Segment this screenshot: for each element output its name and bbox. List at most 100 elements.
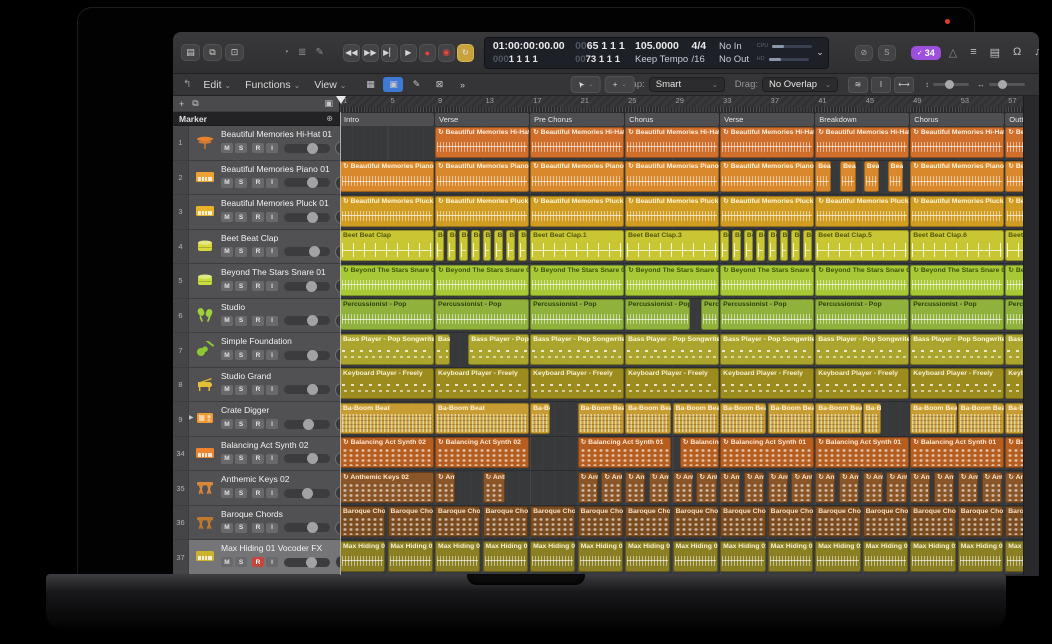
region[interactable]: ↻ Beautiful Memories Piano 02.2 — [720, 161, 814, 192]
region[interactable]: Baroque Chords — [578, 506, 623, 537]
region[interactable]: ↻ Beyond The Stars Snare 02.1 — [625, 265, 719, 296]
solo-button[interactable]: S — [235, 454, 247, 464]
volume-slider[interactable] — [284, 454, 330, 463]
track-header-37[interactable]: 37Max Hiding 01 Vocoder FXMSRI — [173, 540, 340, 575]
vertical-zoom-slider[interactable]: ↕ — [925, 80, 969, 89]
volume-slider[interactable] — [284, 144, 330, 153]
record-enable-button[interactable]: R — [252, 143, 264, 153]
solo-button[interactable]: S — [235, 419, 247, 429]
region[interactable]: Keyboard Player - Freely — [910, 368, 1004, 399]
region[interactable]: ↻ Beautiful Memories Piano 02.1 — [625, 161, 719, 192]
region[interactable]: Bass Player - Pop Songwriter — [468, 334, 529, 365]
region[interactable]: ↻ Anthemic Keys 02 — [601, 472, 621, 503]
region[interactable]: Max Hiding 01 Vocoder FX — [863, 541, 908, 572]
add-marker-icon[interactable]: ⊕ — [326, 114, 333, 123]
region[interactable]: Baroque Chords — [340, 506, 385, 537]
horizontal-auto-zoom-button[interactable]: ⟷ — [894, 77, 914, 93]
automation-pencil-icon[interactable]: ✎ — [406, 77, 426, 92]
region[interactable]: Beet Beat Clap — [459, 230, 468, 261]
region[interactable]: ↻ Anthemic Keys 02 — [982, 472, 1002, 503]
mute-button[interactable]: M — [221, 281, 233, 291]
region[interactable]: ↻ Beautiful Memories Hi-Hat 02.2 — [720, 127, 814, 158]
volume-slider[interactable] — [284, 213, 330, 222]
track-header-1[interactable]: 1Beautiful Memories Hi-Hat 01MSRI — [173, 126, 340, 161]
region[interactable]: Max Hiding 01 Vocoder FX — [768, 541, 813, 572]
midi-count-badge[interactable]: ✓34 — [911, 46, 941, 60]
region[interactable]: Bass Player - Pop Songwriter — [435, 334, 450, 365]
track-header-34[interactable]: 34Balancing Act Synth 02MSRI — [173, 437, 340, 472]
mute-button[interactable]: M — [221, 212, 233, 222]
record-button[interactable]: ● — [419, 44, 436, 62]
grid-view-icon[interactable]: ▦ — [360, 77, 380, 92]
solo-button[interactable]: S — [235, 350, 247, 360]
region[interactable]: Max Hiding 01 Vocoder FX — [673, 541, 718, 572]
region[interactable]: Ba-Boom Beat — [1005, 403, 1023, 434]
record-enable-button[interactable]: R — [252, 488, 264, 498]
region[interactable]: Beet Beat Clap — [447, 230, 456, 261]
volume-slider[interactable] — [284, 489, 330, 498]
region[interactable]: ↻ Balancing Act Synth 01 — [815, 437, 909, 468]
browsers-icon[interactable]: ♫ — [1034, 46, 1039, 59]
region[interactable]: Percussionist - Pop — [625, 299, 690, 330]
solo-button[interactable]: S — [235, 316, 247, 326]
track-header-9[interactable]: 9▶Crate DiggerMSRI — [173, 402, 340, 437]
back-icon[interactable]: ↰ — [183, 79, 191, 90]
region[interactable]: ↻ Beyond The Stars Snare 02.2 — [720, 265, 814, 296]
horizontal-zoom-slider[interactable]: ↔ — [977, 80, 1025, 89]
region[interactable]: ↻ Anthemic Keys 02 — [863, 472, 883, 503]
region[interactable]: Beet Beat Clap.6 — [910, 230, 1004, 261]
region[interactable]: ↻ Anthemic Keys 02 — [910, 472, 930, 503]
record-enable-button[interactable]: R — [252, 212, 264, 222]
region[interactable]: Beet Beat Clap — [340, 230, 434, 261]
region[interactable]: ↻ Beyond The Stars Snare 01.3 — [1005, 265, 1023, 296]
region[interactable]: ↻ Anthemic Keys 02 — [673, 472, 693, 503]
region[interactable]: Baroque Chords — [388, 506, 433, 537]
region[interactable]: Percussionist - Pop — [1005, 299, 1023, 330]
duplicate-track-button[interactable]: ⧉ — [192, 98, 198, 109]
region[interactable]: Beet Beat Clap — [756, 230, 765, 261]
region[interactable]: ↻ Beautiful Memories Piano 02.3 — [1005, 161, 1023, 192]
region[interactable]: Ba-Boom Beat — [910, 403, 956, 434]
region[interactable]: ↻ Anthemic Keys 02 — [815, 472, 835, 503]
region[interactable]: ↻ Beautiful Memories Pluck 02.3 — [815, 196, 909, 227]
region[interactable]: ↻ Anthemic Keys 02 — [958, 472, 978, 503]
region[interactable]: Percussionist - Pop — [720, 299, 814, 330]
input-monitor-button[interactable]: I — [266, 178, 278, 188]
region[interactable]: ↻ Balancing Act Synth 01 — [578, 437, 672, 468]
region[interactable]: ↻ Balancing Act Synth 02 — [340, 437, 434, 468]
region[interactable]: ↻ Beautiful Memories Hi-Hat 02.1 — [625, 127, 719, 158]
region[interactable]: Beautiful Memories Piano 02.3 — [815, 161, 830, 192]
input-monitor-button[interactable]: I — [266, 385, 278, 395]
region[interactable]: Beautiful Memories Piano 02.3 — [840, 161, 855, 192]
region[interactable]: ↻ Anthemic Keys 02 — [744, 472, 764, 503]
region[interactable]: ↻ Anthemic Keys 02 — [483, 472, 506, 503]
forward-button[interactable]: ▶▶ — [362, 44, 379, 62]
volume-slider[interactable] — [284, 385, 330, 394]
secondary-tool-menu[interactable]: +⌄ — [605, 76, 635, 93]
region[interactable]: Ba-Boom Beat — [815, 403, 861, 434]
region[interactable]: ↻ Balancing Act Synth 01 — [910, 437, 1004, 468]
apple-loops-icon[interactable]: Ω — [1013, 46, 1021, 59]
region[interactable]: Beet Beat Clap — [791, 230, 800, 261]
input-monitor-button[interactable]: I — [266, 523, 278, 533]
play-button[interactable]: ▶ — [400, 44, 417, 62]
track-header-4[interactable]: 4Beet Beat ClapMSRI — [173, 230, 340, 265]
mute-button[interactable]: M — [221, 178, 233, 188]
waveform-zoom-button[interactable]: ≋ — [848, 77, 868, 93]
region[interactable]: Bass Player - Pop Songwriter — [530, 334, 624, 365]
smart-controls-icon[interactable]: ◔ — [283, 47, 289, 58]
list-editors-icon[interactable]: ≡ — [970, 46, 976, 59]
disclosure-arrow-icon[interactable]: ▶ — [189, 414, 194, 421]
marker-section[interactable]: Verse — [720, 113, 814, 126]
region[interactable]: Max Hiding 01 Vocoder FX — [530, 541, 575, 572]
editors-icon[interactable]: ✎ — [315, 47, 323, 58]
region[interactable]: ↻ Anthemic Keys 02 — [340, 472, 434, 503]
region[interactable]: ↻ Anthemic Keys 02 — [649, 472, 669, 503]
marker-section[interactable]: Outtro — [1005, 113, 1023, 126]
snap-dropdown[interactable]: Smart⌄ — [649, 77, 725, 92]
volume-slider[interactable] — [284, 558, 330, 567]
input-monitor-button[interactable]: I — [266, 557, 278, 567]
input-monitor-button[interactable]: I — [266, 454, 278, 464]
solo-button[interactable]: S — [235, 212, 247, 222]
metronome-icon[interactable]: △ — [949, 46, 957, 59]
